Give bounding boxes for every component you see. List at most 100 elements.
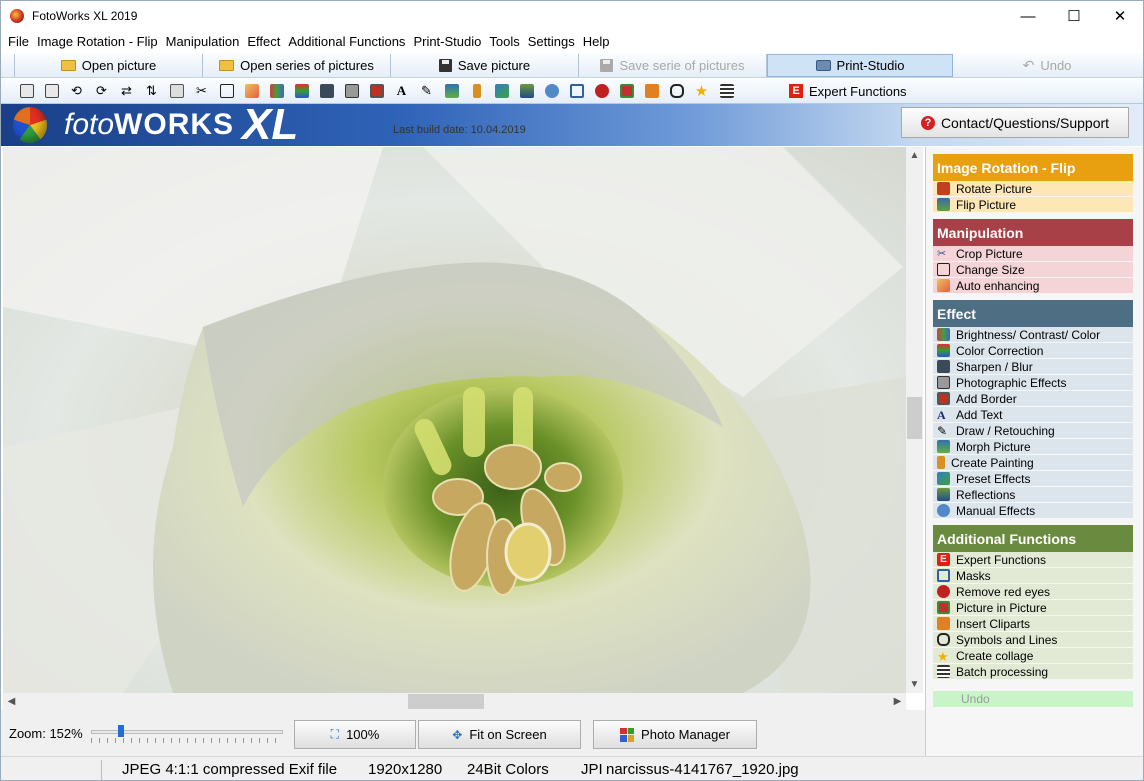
scroll-right-icon[interactable]: ▶ <box>889 693 906 710</box>
menu-help[interactable]: Help <box>579 34 614 49</box>
sidebar-item-draw-retouching[interactable]: ✎ Draw / Retouching <box>933 423 1133 439</box>
auto-enhance-icon[interactable] <box>239 81 264 101</box>
masks-icon[interactable] <box>564 81 589 101</box>
morph-icon <box>937 440 950 453</box>
open-series-button[interactable]: Open series of pictures <box>203 53 391 77</box>
sidebar-item-create-painting[interactable]: Create Painting <box>933 455 1133 471</box>
floppy-icon <box>438 58 452 72</box>
print-studio-button[interactable]: Print-Studio <box>767 53 953 77</box>
menu-image-rotation[interactable]: Image Rotation - Flip <box>33 34 162 49</box>
window-title: FotoWorks XL 2019 <box>32 9 138 23</box>
minimize-button[interactable]: — <box>1005 1 1051 31</box>
sidebar-item-masks[interactable]: Masks <box>933 568 1133 584</box>
open-picture-button[interactable]: Open picture <box>15 53 203 77</box>
flip-icon[interactable] <box>164 81 189 101</box>
zoom-slider[interactable] <box>91 725 283 743</box>
horizontal-scrollbar[interactable]: ◀ ▶ <box>3 693 906 710</box>
flip-horizontal-icon[interactable]: ⇄ <box>114 81 139 101</box>
sidebar-undo-button[interactable]: Undo <box>933 691 1133 707</box>
sidebar-item-create-collage[interactable]: ★ Create collage <box>933 648 1133 664</box>
draw-icon[interactable]: ✎ <box>414 81 439 101</box>
rotate-cw-icon[interactable]: ⟳ <box>89 81 114 101</box>
sidebar-item-add-text[interactable]: A Add Text <box>933 407 1133 423</box>
red-eye-icon[interactable] <box>589 81 614 101</box>
symbols-icon[interactable] <box>664 81 689 101</box>
sidebar-item-remove-red-eyes[interactable]: Remove red eyes <box>933 584 1133 600</box>
sidebar-item-sharpen-blur[interactable]: Sharpen / Blur <box>933 359 1133 375</box>
menu-effect[interactable]: Effect <box>243 34 284 49</box>
add-border-icon[interactable] <box>364 81 389 101</box>
sidebar-item-manual-effects[interactable]: Manual Effects <box>933 503 1133 519</box>
save-series-button[interactable]: Save serie of pictures <box>579 53 767 77</box>
vertical-scroll-thumb[interactable] <box>907 397 922 439</box>
menu-additional-functions[interactable]: Additional Functions <box>284 34 409 49</box>
sidebar-item-brightness[interactable]: Brightness/ Contrast/ Color <box>933 327 1133 343</box>
scroll-up-icon[interactable]: ▲ <box>906 147 923 164</box>
save-picture-button[interactable]: Save picture <box>391 53 579 77</box>
sidebar-item-photographic-effects[interactable]: Photographic Effects <box>933 375 1133 391</box>
section-additional-functions: Additional Functions E Expert Functions M… <box>933 525 1133 680</box>
sidebar-item-color-correction[interactable]: Color Correction <box>933 343 1133 359</box>
section-header[interactable]: Additional Functions <box>933 525 1133 552</box>
folder-icon <box>60 59 76 71</box>
image-viewer[interactable] <box>3 147 906 693</box>
sidebar-item-expert-functions[interactable]: E Expert Functions <box>933 552 1133 568</box>
vertical-scrollbar[interactable]: ▲ ▼ <box>906 147 923 693</box>
cliparts-icon[interactable] <box>639 81 664 101</box>
horizontal-scroll-thumb[interactable] <box>408 694 484 709</box>
menu-tools[interactable]: Tools <box>485 34 523 49</box>
sidebar-item-label: Add Text <box>956 407 1003 422</box>
sidebar-item-crop-picture[interactable]: ✂ Crop Picture <box>933 246 1133 262</box>
sidebar-item-insert-cliparts[interactable]: Insert Cliparts <box>933 616 1133 632</box>
sharpen-icon[interactable] <box>314 81 339 101</box>
sidebar-item-morph-picture[interactable]: Morph Picture <box>933 439 1133 455</box>
sidebar-item-reflections[interactable]: Reflections <box>933 487 1133 503</box>
expert-functions-button[interactable]: E Expert Functions <box>789 84 907 99</box>
flip-vertical-icon[interactable]: ⇅ <box>139 81 164 101</box>
sidebar-item-add-border[interactable]: Add Border <box>933 391 1133 407</box>
sidebar-item-change-size[interactable]: Change Size <box>933 262 1133 278</box>
sidebar-item-preset-effects[interactable]: Preset Effects <box>933 471 1133 487</box>
brightness-icon[interactable] <box>264 81 289 101</box>
menu-manipulation[interactable]: Manipulation <box>162 34 244 49</box>
scroll-down-icon[interactable]: ▼ <box>906 676 923 693</box>
sidebar-item-rotate-picture[interactable]: Rotate Picture <box>933 181 1133 197</box>
rotate-right-icon[interactable] <box>39 81 64 101</box>
photo-effects-icon[interactable] <box>339 81 364 101</box>
add-text-icon[interactable]: A <box>389 81 414 101</box>
section-header[interactable]: Effect <box>933 300 1133 327</box>
color-correction-icon[interactable] <box>289 81 314 101</box>
section-header[interactable]: Manipulation <box>933 219 1133 246</box>
sidebar-item-flip-picture[interactable]: Flip Picture <box>933 197 1133 213</box>
menu-settings[interactable]: Settings <box>524 34 579 49</box>
preset-effects-icon[interactable] <box>489 81 514 101</box>
photo-manager-button[interactable]: Photo Manager <box>593 720 757 749</box>
manual-effects-icon[interactable] <box>539 81 564 101</box>
sidebar-item-auto-enhancing[interactable]: Auto enhancing <box>933 278 1133 294</box>
zoom-100-button[interactable]: ⛶ 100% <box>294 720 416 749</box>
scroll-left-icon[interactable]: ◀ <box>3 693 20 710</box>
undo-button[interactable]: ↶ Undo <box>953 54 1141 77</box>
batch-icon[interactable] <box>714 81 739 101</box>
zoom-slider-knob[interactable] <box>118 725 124 737</box>
menu-print-studio[interactable]: Print-Studio <box>409 34 485 49</box>
crop-icon[interactable]: ✂ <box>189 81 214 101</box>
collage-icon[interactable]: ★ <box>689 81 714 101</box>
painting-icon[interactable] <box>464 81 489 101</box>
menu-file[interactable]: File <box>4 34 33 49</box>
rotate-ccw-icon[interactable]: ⟲ <box>64 81 89 101</box>
open-series-label: Open series of pictures <box>240 57 374 73</box>
sidebar-item-picture-in-picture[interactable]: Picture in Picture <box>933 600 1133 616</box>
reflections-icon[interactable] <box>514 81 539 101</box>
section-header[interactable]: Image Rotation - Flip <box>933 154 1133 181</box>
close-button[interactable]: ✕ <box>1097 1 1143 31</box>
maximize-button[interactable]: ☐ <box>1051 1 1097 31</box>
sidebar-item-symbols-and-lines[interactable]: Symbols and Lines <box>933 632 1133 648</box>
morph-icon[interactable] <box>439 81 464 101</box>
picture-in-picture-icon[interactable] <box>614 81 639 101</box>
fit-on-screen-button[interactable]: ✥ Fit on Screen <box>418 720 581 749</box>
rotate-left-icon[interactable] <box>14 81 39 101</box>
contact-support-button[interactable]: ? Contact/Questions/Support <box>901 107 1129 138</box>
sidebar-item-batch-processing[interactable]: Batch processing <box>933 664 1133 680</box>
resize-icon[interactable] <box>214 81 239 101</box>
